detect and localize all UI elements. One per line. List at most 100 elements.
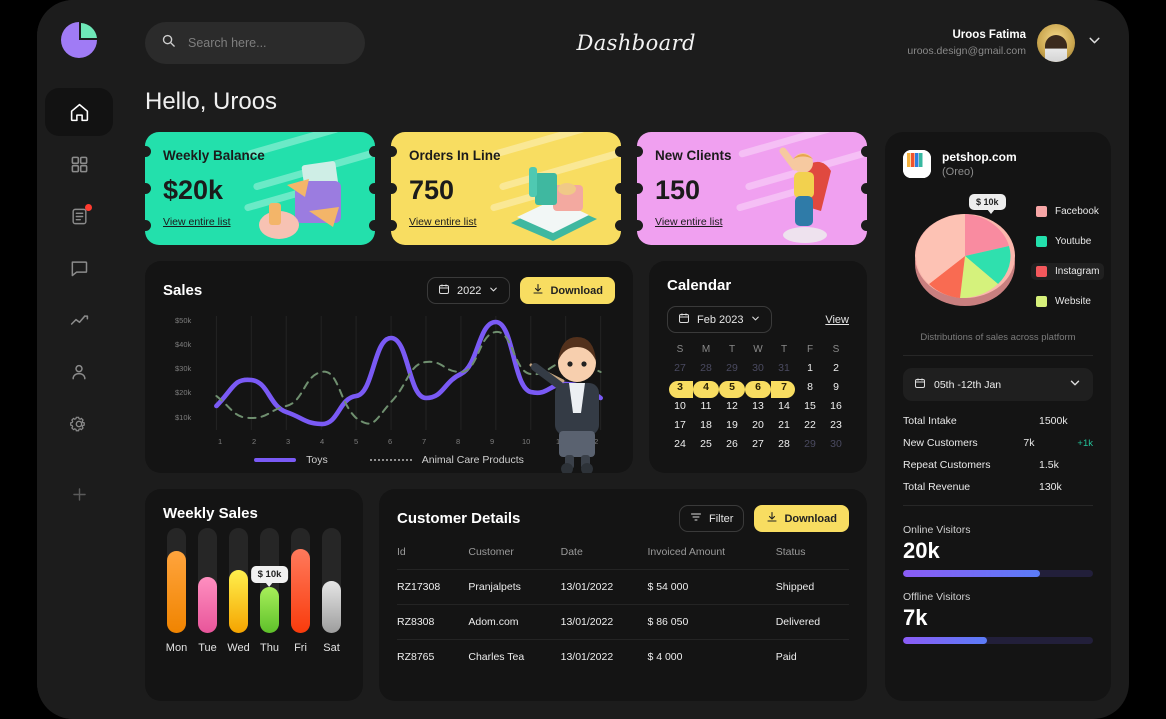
calendar-day[interactable]: 19 (719, 415, 745, 434)
panel-stat-label: Repeat Customers (903, 459, 991, 471)
sidebar-nav (37, 88, 121, 518)
weekly-bar-column[interactable]: $ 10k Thu (250, 528, 289, 654)
calendar-day[interactable]: 28 (771, 434, 797, 453)
calendar-day[interactable]: 22 (797, 415, 823, 434)
year-selector[interactable]: 2022 (426, 277, 511, 304)
customer-details-head: Customer Details Filter Download (397, 505, 849, 532)
calendar-day[interactable]: 1 (797, 358, 823, 377)
calendar-day[interactable]: 26 (719, 434, 745, 453)
weekly-bar-column[interactable]: Fri (291, 528, 310, 654)
calendar-day[interactable]: 8 (797, 377, 823, 396)
calendar-view-link[interactable]: View (825, 314, 849, 326)
sidebar-item-analytics[interactable] (45, 296, 113, 344)
calendar-day[interactable]: 23 (823, 415, 849, 434)
user-menu[interactable]: Uroos Fatima uroos.design@gmail.com (907, 24, 1103, 62)
avatar[interactable] (1037, 24, 1075, 62)
svg-text:3: 3 (286, 437, 290, 446)
sidebar-item-messages[interactable] (45, 244, 113, 292)
calendar-weekday: F (806, 344, 814, 355)
pie-legend-item[interactable]: Youtube (1031, 233, 1104, 250)
calendar-day-label: 5 (729, 380, 735, 393)
calendar-day-label: 31 (778, 361, 790, 374)
table-row[interactable]: RZ8308 Adom.com 13/01/2022 $ 86 050 Delivere… (397, 604, 849, 640)
calendar-day[interactable]: 4 (693, 377, 719, 398)
calendar-day[interactable]: 13 (745, 396, 771, 415)
pie-legend-item[interactable]: Instagram (1031, 262, 1105, 280)
pie-tooltip: $ 10k (969, 194, 1006, 214)
calendar-day[interactable]: 28 (693, 358, 719, 377)
calendar-day[interactable]: 3 (667, 377, 693, 398)
table-row[interactable]: RZ8765 Charles Tea 13/01/2022 $ 4 000 Paid (397, 639, 849, 674)
pie-legend-swatch (1036, 265, 1047, 277)
calendar-day[interactable]: 25 (693, 434, 719, 453)
calendar-day[interactable]: 30 (745, 358, 771, 377)
calendar-day[interactable]: 10 (667, 396, 693, 415)
search-box[interactable] (145, 22, 365, 64)
calendar-day[interactable]: 17 (667, 415, 693, 434)
notification-badge (85, 204, 92, 211)
status-badge: Paid (775, 639, 849, 674)
sidebar-item-settings[interactable] (45, 400, 113, 448)
pie-legend-item[interactable]: Facebook (1031, 203, 1104, 220)
sidebar-item-dashboard-grid[interactable] (45, 140, 113, 188)
calendar-day[interactable]: 27 (667, 358, 693, 377)
svg-text:$20k: $20k (175, 388, 192, 397)
stat-card-orders-in-line[interactable]: Orders In Line 750 View entire list (391, 132, 621, 245)
stat-card-link[interactable]: View entire list (655, 216, 723, 228)
calendar-day[interactable]: 2 (823, 358, 849, 377)
customer-amount: $ 4 000 (647, 639, 776, 674)
calendar-day[interactable]: 7 (771, 377, 797, 398)
calendar-day[interactable]: 29 (719, 358, 745, 377)
calendar-day[interactable]: 16 (823, 396, 849, 415)
calendar-day[interactable]: 21 (771, 415, 797, 434)
month-selector[interactable]: Feb 2023 (667, 306, 773, 333)
pie-chart-logo-icon[interactable] (57, 18, 101, 62)
svg-text:2: 2 (252, 437, 256, 446)
calendar-day[interactable]: 9 (823, 377, 849, 396)
calendar-weekday: M (701, 344, 711, 355)
weekly-bar-label: Wed (227, 642, 250, 654)
sidebar-item-documents[interactable] (45, 192, 113, 240)
download-icon (766, 511, 778, 526)
left-column: Weekly Balance $20k View entire list Ord… (145, 132, 867, 701)
calendar-week-row: 27 28 29 30 31 1 2 (667, 358, 849, 377)
calendar-day[interactable]: 20 (745, 415, 771, 434)
pie-legend-item[interactable]: Website (1031, 293, 1104, 310)
customers-download-button[interactable]: Download (754, 505, 849, 532)
stat-card-new-clients[interactable]: New Clients 150 View entire list (637, 132, 867, 245)
calendar-day[interactable]: 27 (745, 434, 771, 453)
calendar-day[interactable]: 30 (823, 434, 849, 453)
weekly-bar-column[interactable]: Sat (322, 528, 341, 654)
filter-button[interactable]: Filter (678, 505, 745, 532)
calendar-day[interactable]: 5 (719, 377, 745, 398)
chevron-down-icon[interactable] (1086, 32, 1103, 54)
calendar-day[interactable]: 24 (667, 434, 693, 453)
stat-card-link[interactable]: View entire list (409, 216, 477, 228)
calendar-day[interactable]: 12 (719, 396, 745, 415)
weekly-bar-column[interactable]: Wed (227, 528, 250, 654)
calendar-day-label: 14 (778, 399, 790, 412)
date-range-selector[interactable]: 05th -12th Jan (903, 368, 1093, 401)
pie-legend-swatch (1036, 235, 1047, 247)
calendar-day[interactable]: 15 (797, 396, 823, 415)
calendar-day-label: 10 (674, 399, 686, 412)
calendar-day[interactable]: 6 (745, 377, 771, 398)
calendar-day[interactable]: 31 (771, 358, 797, 377)
weekly-bar-column[interactable]: Mon (166, 528, 187, 654)
calendar-day[interactable]: 18 (693, 415, 719, 434)
table-row[interactable]: RZ17308 Pranjalpets 13/01/2022 $ 54 000 Ship… (397, 569, 849, 605)
calendar-day[interactable]: 11 (693, 396, 719, 415)
sidebar-item-add[interactable] (45, 470, 113, 518)
stat-card-weekly-balance[interactable]: Weekly Balance $20k View entire list (145, 132, 375, 245)
stat-card-link[interactable]: View entire list (163, 216, 231, 228)
calendar-day[interactable]: 29 (797, 434, 823, 453)
customer-column-header: Status (775, 546, 806, 558)
calendar-day[interactable]: 14 (771, 396, 797, 415)
search-input[interactable] (188, 36, 349, 50)
visitor-block: Offline Visitors 7k (903, 591, 1093, 644)
sales-download-button[interactable]: Download (520, 277, 615, 304)
weekly-bar-column[interactable]: Tue (198, 528, 217, 654)
sidebar-item-profile[interactable] (45, 348, 113, 396)
sidebar-item-home[interactable] (45, 88, 113, 136)
calendar-weekday: T (780, 344, 788, 355)
